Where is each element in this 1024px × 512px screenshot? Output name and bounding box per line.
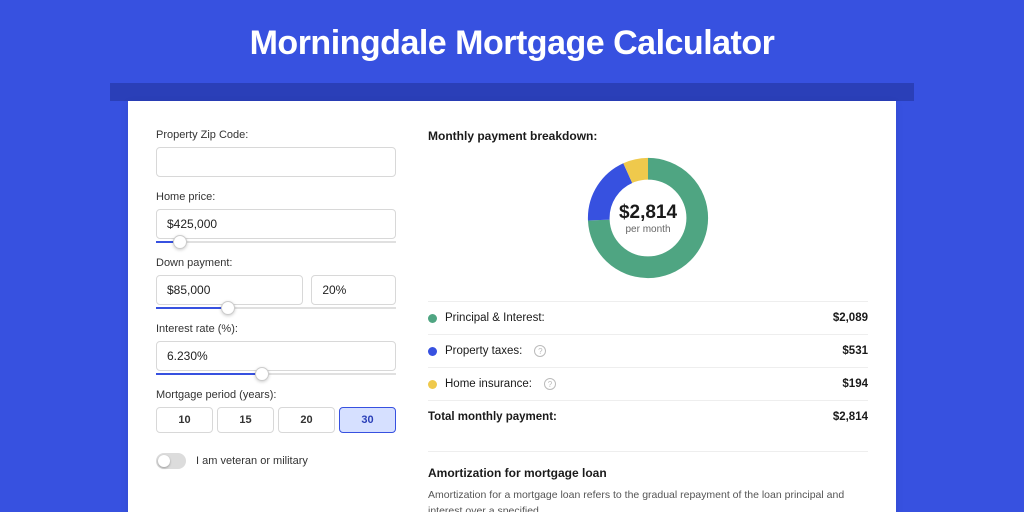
legend-value: $531 <box>842 345 868 357</box>
veteran-toggle[interactable] <box>156 453 186 469</box>
home-price-input[interactable] <box>156 209 396 239</box>
total-value: $2,814 <box>833 411 868 423</box>
dot-icon <box>428 347 437 356</box>
amortization-title: Amortization for mortgage loan <box>428 466 868 480</box>
page-title: Morningdale Mortgage Calculator <box>0 24 1024 63</box>
mortgage-period-label: Mortgage period (years): <box>156 389 396 401</box>
amortization-section: Amortization for mortgage loan Amortizat… <box>428 451 868 512</box>
zip-input[interactable] <box>156 147 396 177</box>
veteran-toggle-label: I am veteran or military <box>196 455 308 467</box>
down-payment-percent-input[interactable] <box>311 275 396 305</box>
mortgage-period-field: Mortgage period (years): 10 15 20 30 <box>156 389 396 433</box>
breakdown-column: Monthly payment breakdown: $2,814 per mo… <box>428 129 868 512</box>
down-payment-label: Down payment: <box>156 257 396 269</box>
down-payment-slider[interactable] <box>156 307 396 309</box>
legend-row-insurance: Home insurance: ? $194 <box>428 367 868 400</box>
form-column: Property Zip Code: Home price: Down paym… <box>156 129 396 512</box>
accent-ribbon <box>110 83 914 101</box>
slider-thumb[interactable] <box>173 235 187 249</box>
down-payment-field: Down payment: <box>156 257 396 309</box>
donut-chart: $2,814 per month <box>428 153 868 283</box>
period-button-10[interactable]: 10 <box>156 407 213 433</box>
home-price-label: Home price: <box>156 191 396 203</box>
interest-rate-field: Interest rate (%): <box>156 323 396 375</box>
interest-rate-slider[interactable] <box>156 373 396 375</box>
legend-row-principal: Principal & Interest: $2,089 <box>428 301 868 334</box>
amortization-text: Amortization for a mortgage loan refers … <box>428 488 868 512</box>
info-icon[interactable]: ? <box>544 378 556 390</box>
legend-label: Property taxes: <box>445 345 522 357</box>
donut-center: $2,814 per month <box>583 153 713 283</box>
period-button-15[interactable]: 15 <box>217 407 274 433</box>
legend-row-taxes: Property taxes: ? $531 <box>428 334 868 367</box>
legend-label: Principal & Interest: <box>445 312 545 324</box>
legend-row-total: Total monthly payment: $2,814 <box>428 400 868 433</box>
zip-field: Property Zip Code: <box>156 129 396 177</box>
info-icon[interactable]: ? <box>534 345 546 357</box>
calculator-panel: Property Zip Code: Home price: Down paym… <box>128 101 896 512</box>
donut-center-value: $2,814 <box>619 202 677 224</box>
home-price-field: Home price: <box>156 191 396 243</box>
period-button-20[interactable]: 20 <box>278 407 335 433</box>
donut-center-sub: per month <box>625 224 670 235</box>
hero: Morningdale Mortgage Calculator <box>0 0 1024 83</box>
dot-icon <box>428 380 437 389</box>
legend-value: $2,089 <box>833 312 868 324</box>
period-button-30[interactable]: 30 <box>339 407 396 433</box>
slider-thumb[interactable] <box>221 301 235 315</box>
period-buttons: 10 15 20 30 <box>156 407 396 433</box>
dot-icon <box>428 314 437 323</box>
interest-rate-input[interactable] <box>156 341 396 371</box>
legend-label: Home insurance: <box>445 378 532 390</box>
veteran-toggle-row: I am veteran or military <box>156 453 396 469</box>
slider-thumb[interactable] <box>255 367 269 381</box>
toggle-knob <box>158 455 170 467</box>
breakdown-title: Monthly payment breakdown: <box>428 129 868 143</box>
interest-rate-label: Interest rate (%): <box>156 323 396 335</box>
zip-label: Property Zip Code: <box>156 129 396 141</box>
legend-value: $194 <box>842 378 868 390</box>
total-label: Total monthly payment: <box>428 411 557 423</box>
home-price-slider[interactable] <box>156 241 396 243</box>
